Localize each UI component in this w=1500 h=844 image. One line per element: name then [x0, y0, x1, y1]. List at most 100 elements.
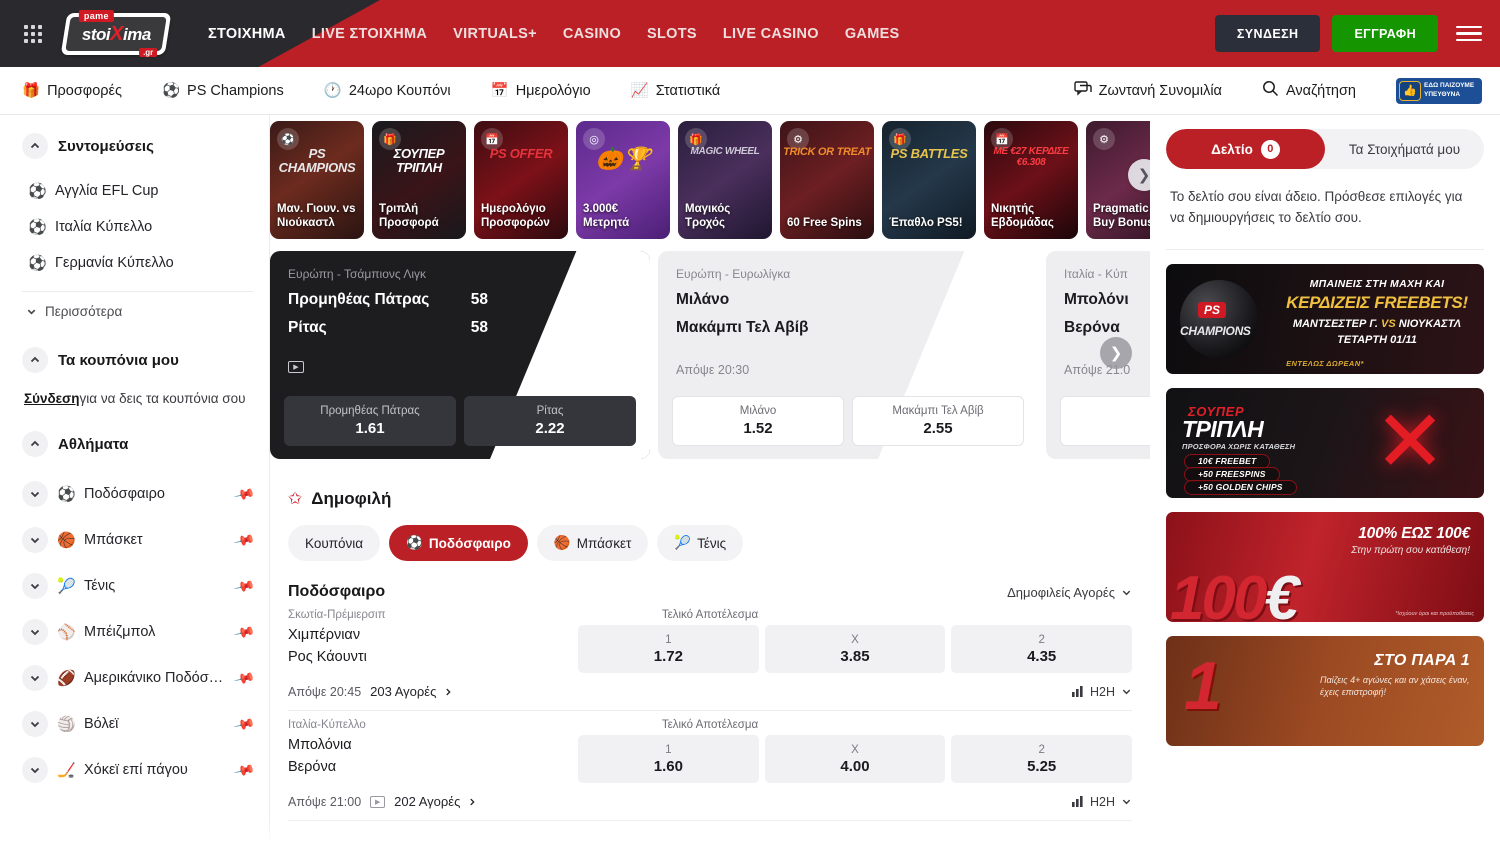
odd-button-x[interactable]: X 3.85 — [765, 625, 946, 673]
promo-card[interactable]: 📅 ΜΕ €27 ΚΕΡΔΙΣΕ €6.308 Νικητής Εβδομάδα… — [984, 121, 1078, 239]
subnav-item-24h-coupon[interactable]: 🕐 24ωρο Κουπόνι — [324, 82, 451, 99]
promo-banner-super-tripli[interactable]: ✕ ΣΟΥΠΕΡ ΤΡΙΠΛΗ ΠΡΟΣΦΟΡΑ ΧΩΡΙΣ ΚΑΤΑΘΕΣΗ … — [1166, 388, 1484, 498]
subnav-item-ps-champions[interactable]: ⚽ PS Champions — [162, 82, 284, 99]
tab-betslip[interactable]: Δελτίο 0 — [1166, 129, 1325, 169]
odd-button-2[interactable]: 2 5.25 — [951, 735, 1132, 783]
responsible-gaming-badge[interactable]: 👍 ΕΔΩ ΠΑΙΖΟΥΜΕ ΥΠΕΥΘΥΝΑ — [1396, 78, 1482, 104]
banner-line-2: ΤΡΙΠΛΗ — [1182, 416, 1263, 443]
promo-card[interactable]: ◎ 🎃🏆 3.000€ Μετρητά — [576, 121, 670, 239]
promo-card[interactable]: 📅 PS OFFER Ημερολόγιο Προσφορών — [474, 121, 568, 239]
all-markets-link[interactable]: 202 Αγορές — [394, 794, 477, 809]
login-button[interactable]: ΣΥΝΔΕΣΗ — [1215, 15, 1321, 52]
sidebar-sport-volleyball[interactable]: 🏐 Βόλεϊ 📌 — [22, 701, 253, 747]
odd-button[interactable]: Προμηθέας Πάτρας 1.61 — [284, 396, 456, 446]
subnav-item-statistics[interactable]: 📈 Στατιστικά — [631, 82, 721, 99]
gift-icon: 🎁 — [22, 82, 40, 99]
promo-banner-sto-para-1[interactable]: 1 ΣΤΟ ΠΑΡΑ 1 Παίζεις 4+ αγώνες και αν χά… — [1166, 636, 1484, 746]
sidebar-shortcut-efl-cup[interactable]: ⚽ Αγγλία EFL Cup — [22, 173, 253, 209]
chevron-down-icon[interactable] — [22, 527, 48, 553]
live-chat-button[interactable]: Ζωντανή Συνομιλία — [1074, 81, 1222, 101]
banner-line-3: ΜΑΝΤΣΕΣΤΕΡ Γ. VS ΝΙΟΥΚΑΣΤΛ — [1282, 318, 1472, 330]
chevron-down-icon[interactable] — [22, 573, 48, 599]
sidebar-sport-ice-hockey[interactable]: 🏒 Χόκεϊ επί πάγου 📌 — [22, 747, 253, 793]
nav-games[interactable]: GAMES — [845, 26, 900, 42]
pin-icon[interactable]: 📌 — [232, 575, 256, 598]
sidebar-shortcut-germany-cup[interactable]: ⚽ Γερμανία Κύπελλο — [22, 245, 253, 281]
tab-basketball[interactable]: 🏀 Μπάσκετ — [537, 525, 648, 561]
h2h-button[interactable]: H2H — [1072, 685, 1132, 699]
basketball-icon: 🏀 — [554, 535, 571, 551]
tab-my-bets[interactable]: Τα Στοιχήματά μου — [1325, 129, 1484, 169]
promo-card[interactable]: 🎁 ΣΟΥΠΕΡ ΤΡΙΠΛΗ Τριπλή Προσφορά — [372, 121, 466, 239]
promo-banner-ps-champions[interactable]: PS CHAMPIONS ΜΠΑΙΝΕΙΣ ΣΤΗ ΜΑΧΗ ΚΑΙ ΚΕΡΔΙ… — [1166, 264, 1484, 374]
sports-section-header[interactable]: Αθλήματα — [22, 431, 253, 457]
chevron-down-icon[interactable] — [22, 757, 48, 783]
my-coupons-header[interactable]: Τα κουπόνια μου — [22, 347, 253, 373]
chevron-down-icon — [1121, 796, 1132, 807]
soccer-ball-icon: ⚽ — [406, 535, 423, 551]
nav-live-stoixima[interactable]: LIVE ΣΤΟΙΧΗΜΑ — [312, 26, 427, 42]
promo-banner-deposit-bonus[interactable]: 100€ 100% ΕΩΣ 100€ Στην πρώτη σου κατάθε… — [1166, 512, 1484, 622]
pin-icon[interactable]: 📌 — [232, 621, 256, 644]
chevron-down-icon[interactable] — [22, 619, 48, 645]
hamburger-menu-icon[interactable] — [1456, 26, 1482, 42]
chevron-down-icon[interactable] — [22, 665, 48, 691]
h2h-button[interactable]: H2H — [1072, 795, 1132, 809]
promo-label: Μαν. Γιουν. vs Νιούκαστλ — [270, 203, 364, 239]
coupons-login-link[interactable]: Σύνδεση — [24, 391, 80, 406]
nav-live-casino[interactable]: LIVE CASINO — [723, 26, 819, 42]
pin-icon[interactable]: 📌 — [232, 667, 256, 690]
nav-slots[interactable]: SLOTS — [647, 26, 697, 42]
nav-casino[interactable]: CASINO — [563, 26, 621, 42]
shortcuts-section-header[interactable]: Συντομεύσεις — [22, 133, 253, 159]
featured-carousel-next-button[interactable]: ❯ — [1100, 337, 1132, 369]
chevron-down-icon[interactable] — [22, 711, 48, 737]
search-button[interactable]: Αναζήτηση — [1262, 80, 1356, 101]
ps-logo-text: PS — [1198, 302, 1226, 318]
sidebar-sport-baseball[interactable]: ⚾ Μπέιζμπολ 📌 — [22, 609, 253, 655]
subnav-item-calendar[interactable]: 📅 Ημερολόγιο — [491, 82, 591, 99]
match-teams[interactable]: Χιμπέρνιαν Ρος Κάουντι — [288, 625, 578, 669]
apps-grid-icon[interactable] — [14, 25, 52, 43]
sidebar-shortcut-italy-cup[interactable]: ⚽ Ιταλία Κύπελλο — [22, 209, 253, 245]
tab-tennis[interactable]: 🎾 Τένις — [657, 525, 743, 561]
promo-card[interactable]: 🎁 PS BATTLES Έπαθλο PS5! — [882, 121, 976, 239]
promo-card[interactable]: ⚽ PS CHAMPIONS Μαν. Γιουν. vs Νιούκαστλ — [270, 121, 364, 239]
sidebar-sport-tennis[interactable]: 🎾 Τένις 📌 — [22, 563, 253, 609]
pin-icon[interactable]: 📌 — [232, 529, 256, 552]
markets-filter-dropdown[interactable]: Δημοφιλείς Αγορές — [1007, 585, 1132, 600]
sidebar-sport-american-football[interactable]: 🏈 Αμερικάνικο Ποδόσ… 📌 — [22, 655, 253, 701]
odd-button[interactable]: Μακάμπι Τελ Αβίβ 2.55 — [852, 396, 1024, 446]
promo-card[interactable]: 🎁 MAGIC WHEEL Μαγικός Τροχός — [678, 121, 772, 239]
subnav-item-offers[interactable]: 🎁 Προσφορές — [22, 82, 122, 99]
promo-label: Τριπλή Προσφορά — [372, 203, 466, 239]
featured-match-card[interactable]: Ευρώπη - Ευρωλίγκα Μιλάνο Μακάμπι Τελ Αβ… — [658, 251, 1038, 459]
odd-button-2[interactable]: 2 4.35 — [951, 625, 1132, 673]
pin-icon[interactable]: 📌 — [232, 483, 256, 506]
featured-match-card[interactable]: Ευρώπη - Τσάμπιονς Λιγκ Προμηθέας Πάτρας… — [270, 251, 650, 459]
site-logo[interactable]: pame stoiXima .gr — [62, 11, 170, 57]
odd-button-1[interactable]: 1 1.72 — [578, 625, 759, 673]
register-button[interactable]: ΕΓΓΡΑΦΗ — [1332, 15, 1438, 52]
promo-card[interactable]: ⚙ TRICK OR TREAT 60 Free Spins — [780, 121, 874, 239]
live-video-icon[interactable]: ▶ — [288, 361, 304, 373]
bar-chart-icon — [1072, 796, 1084, 807]
tab-football[interactable]: ⚽ Ποδόσφαιρο — [389, 525, 528, 561]
odd-button-x[interactable]: X 4.00 — [765, 735, 946, 783]
odd-button[interactable]: 1 1.6 — [1060, 396, 1150, 446]
sidebar-sport-football[interactable]: ⚽ Ποδόσφαιρο 📌 — [22, 471, 253, 517]
show-more-shortcuts-button[interactable]: Περισσότερα — [22, 298, 253, 325]
all-markets-link[interactable]: 203 Αγορές — [370, 684, 453, 699]
odd-button[interactable]: Μιλάνο 1.52 — [672, 396, 844, 446]
odd-button[interactable]: Ρίτας 2.22 — [464, 396, 636, 446]
match-teams[interactable]: Μπολόνια Βερόνα — [288, 735, 578, 779]
nav-virtuals[interactable]: VIRTUALS+ — [453, 26, 537, 42]
pin-icon[interactable]: 📌 — [232, 759, 256, 782]
sidebar-sport-basketball[interactable]: 🏀 Μπάσκετ 📌 — [22, 517, 253, 563]
nav-stoixima[interactable]: ΣΤΟΙΧΗΜΑ — [208, 26, 286, 42]
featured-match-card[interactable]: Ιταλία - Κύπ Μπολόνι Βερόνα Απόψε 21:0 1… — [1046, 251, 1150, 459]
chevron-down-icon[interactable] — [22, 481, 48, 507]
pin-icon[interactable]: 📌 — [232, 713, 256, 736]
odd-button-1[interactable]: 1 1.60 — [578, 735, 759, 783]
tab-coupons[interactable]: Κουπόνια — [288, 525, 380, 561]
